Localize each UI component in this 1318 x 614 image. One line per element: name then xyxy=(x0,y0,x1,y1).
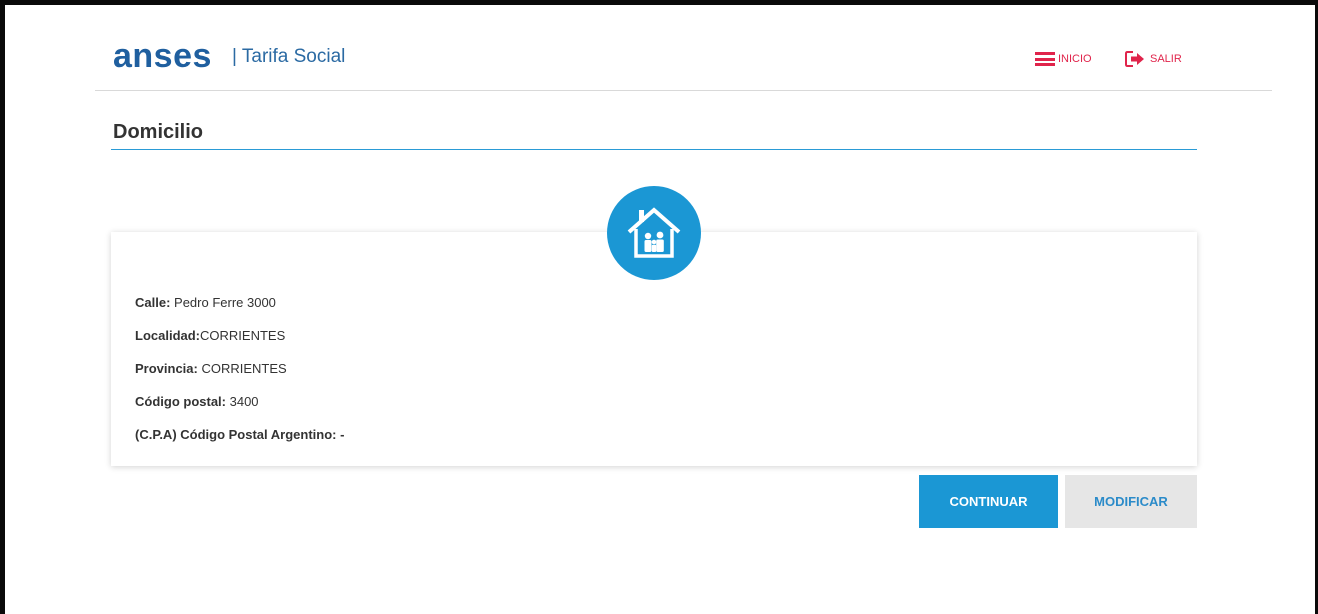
field-provincia-value: CORRIENTES xyxy=(197,361,287,376)
field-localidad: Localidad:CORRIENTES xyxy=(135,329,344,362)
page-title: Domicilio xyxy=(113,121,204,143)
field-cpa: (C.P.A) Código Postal Argentino: - xyxy=(135,428,344,461)
product-title: | Tarifa Social xyxy=(232,46,346,67)
field-codigo-postal: Código postal: 3400 xyxy=(135,395,344,428)
address-fields: Calle: Pedro Ferre 3000 Localidad:CORRIE… xyxy=(135,296,344,461)
field-codigo-postal-value: 3400 xyxy=(226,394,259,409)
menu-icon xyxy=(1035,52,1055,66)
field-calle: Calle: Pedro Ferre 3000 xyxy=(135,296,344,329)
field-cpa-label: (C.P.A) Código Postal Argentino: xyxy=(135,427,337,442)
logout-icon xyxy=(1125,51,1144,67)
nav-inicio-label: INICIO xyxy=(1058,53,1092,65)
nav-salir-label: SALIR xyxy=(1150,53,1182,65)
field-codigo-postal-label: Código postal: xyxy=(135,394,226,409)
app-header: anses | Tarifa Social INICIO SALIR xyxy=(95,28,1272,91)
field-provincia-label: Provincia: xyxy=(135,361,198,376)
house-family-icon xyxy=(607,186,701,280)
modificar-button[interactable]: MODIFICAR xyxy=(1065,475,1197,528)
field-calle-value: Pedro Ferre 3000 xyxy=(170,295,276,310)
field-localidad-label: Localidad: xyxy=(135,328,201,343)
nav-salir[interactable]: SALIR xyxy=(1125,50,1182,68)
anses-logo[interactable]: anses xyxy=(113,39,212,73)
field-calle-label: Calle: xyxy=(135,295,171,310)
title-divider xyxy=(111,149,1197,150)
nav-inicio[interactable]: INICIO xyxy=(1035,50,1092,68)
field-cpa-value: - xyxy=(336,427,345,442)
field-localidad-value: CORRIENTES xyxy=(200,328,286,343)
field-provincia: Provincia: CORRIENTES xyxy=(135,362,344,395)
continuar-button[interactable]: CONTINUAR xyxy=(919,475,1058,528)
